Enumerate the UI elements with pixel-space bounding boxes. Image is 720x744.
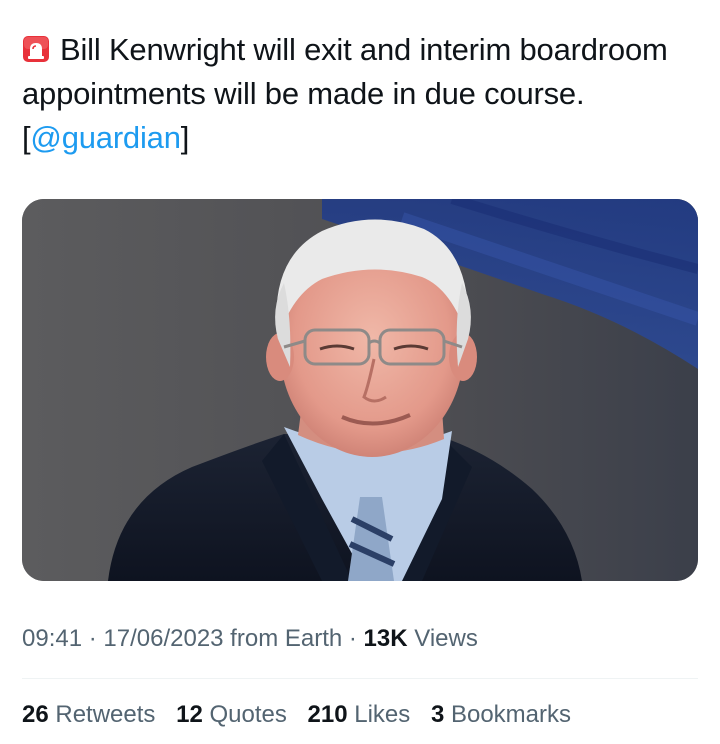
tweet-date[interactable]: 17/06/2023 [103, 625, 223, 652]
retweets-label: Retweets [48, 701, 156, 728]
likes-label: Likes [347, 701, 411, 728]
views-count: 13K [363, 625, 408, 652]
tweet-photo[interactable] [22, 199, 698, 581]
divider [22, 678, 698, 679]
bookmarks-label: Bookmarks [444, 701, 571, 728]
engagement-stats: 26 Retweets 12 Quotes 210 Likes 3 Bookma… [22, 700, 585, 730]
views-label: Views [407, 625, 478, 652]
tweet-meta: 09:41 · 17/06/2023 from Earth · 13K View… [22, 624, 478, 654]
quotes-label: Quotes [202, 701, 287, 728]
quotes-count: 12 [176, 701, 203, 728]
tweet-time[interactable]: 09:41 [22, 625, 82, 652]
bookmarks-stat[interactable]: 3 Bookmarks [431, 701, 571, 728]
tweet-text: Bill Kenwright will exit and interim boa… [22, 28, 682, 160]
quotes-stat[interactable]: 12 Quotes [176, 701, 287, 728]
siren-icon [22, 31, 50, 62]
tweet-source: from Earth [223, 625, 343, 652]
retweets-stat[interactable]: 26 Retweets [22, 701, 155, 728]
bookmarks-count: 3 [430, 701, 445, 728]
tweet-body-text-end: ] [180, 120, 190, 155]
retweets-count: 26 [22, 701, 49, 728]
meta-separator: · [82, 625, 104, 652]
likes-stat[interactable]: 210 Likes [308, 701, 411, 728]
likes-count: 210 [307, 701, 348, 728]
guardian-mention-link[interactable]: @guardian [30, 120, 181, 155]
meta-separator: · [342, 625, 364, 652]
